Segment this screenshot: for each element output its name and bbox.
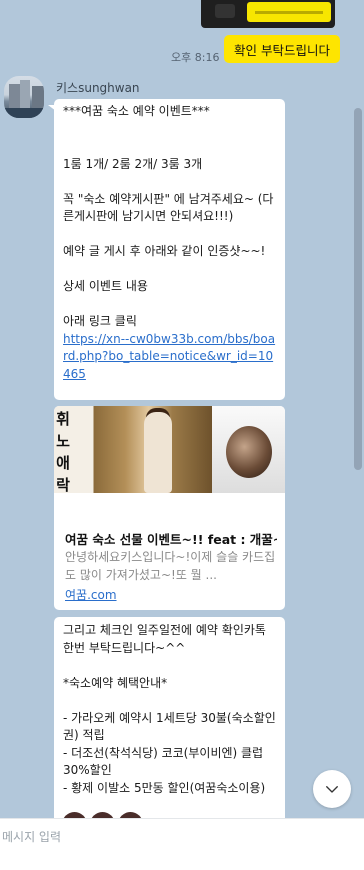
message-input[interactable]: [0, 819, 340, 855]
scrollbar[interactable]: [354, 108, 362, 470]
avatar[interactable]: [4, 76, 44, 118]
image-char: 락: [56, 476, 70, 494]
event-link[interactable]: https://xn--cw0bw33b.com/bbs/board.php?b…: [63, 331, 276, 384]
chevron-down-icon: [326, 786, 338, 793]
chat-area[interactable]: 오후 8:16 확인 부탁드립니다 키스sunghwan ***여꿈 숙소 예약…: [0, 0, 364, 818]
image-char: 노: [56, 432, 70, 450]
card-title: 여꿈 숙소 선물 이벤트~!! feat : 개꿀~: [65, 532, 277, 547]
event-message-bubble[interactable]: ***여꿈 숙소 예약 이벤트*** 1룸 1개/ 2룸 2개/ 3룸 3개 꼭…: [48, 99, 285, 400]
image-char: 애: [56, 454, 70, 472]
sender-name: 키스sunghwan: [56, 81, 140, 95]
preview-image: 휘 노 애 락: [54, 406, 285, 494]
previous-image-thumbnail[interactable]: [201, 0, 335, 28]
image-char: 휘: [56, 410, 70, 428]
message-input-bar: [0, 818, 364, 870]
benefit-message-bubble[interactable]: 그리고 체크인 일주일전에 예약 확인카톡 한번 부탁드립니다~^^ *숙소예약…: [54, 617, 285, 818]
card-description: 안녕하세요키스입니다~!이제 슬슬 카드집도 많이 가져가셨고~!또 뭘 ...: [65, 550, 276, 582]
scroll-down-button[interactable]: [313, 770, 351, 808]
my-message-bubble[interactable]: 확인 부탁드립니다: [224, 35, 340, 63]
card-domain[interactable]: 여꿈.com: [65, 586, 117, 603]
link-preview-card[interactable]: 휘 노 애 락 여꿈 숙소 선물 이벤트~!! feat : 개꿀~ 안녕하세요…: [54, 406, 285, 610]
message-time: 오후 8:16: [171, 51, 220, 64]
event-message-text: ***여꿈 숙소 예약 이벤트*** 1룸 1개/ 2룸 2개/ 3룸 3개 꼭…: [63, 104, 274, 328]
